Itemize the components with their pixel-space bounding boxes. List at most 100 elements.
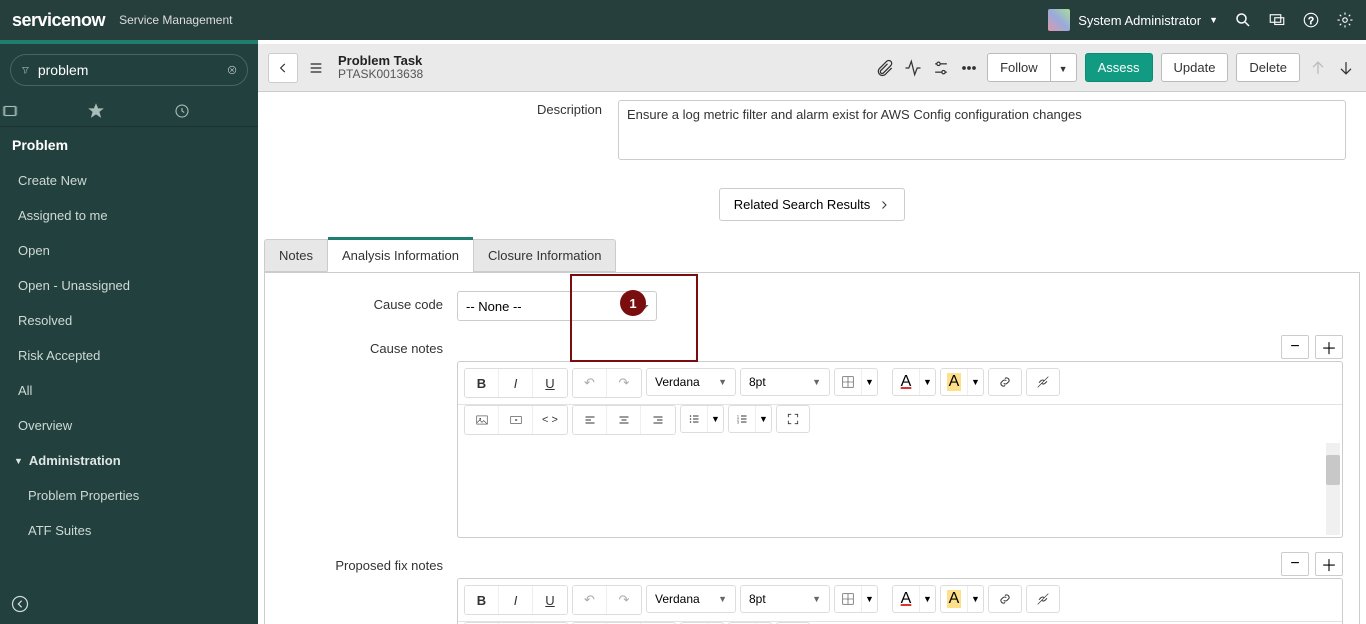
form-title: Problem Task bbox=[338, 54, 423, 68]
related-search-button[interactable]: Related Search Results bbox=[719, 188, 906, 221]
cause-notes-textarea[interactable] bbox=[458, 441, 1342, 537]
annotation-badge: 1 bbox=[620, 290, 646, 316]
nav-search-input[interactable] bbox=[38, 62, 219, 78]
nav-create-new[interactable]: Create New bbox=[0, 163, 258, 198]
numbered-list-button[interactable]: 123▼ bbox=[728, 405, 772, 433]
tab-closure-information[interactable]: Closure Information bbox=[473, 239, 616, 272]
insert-image-button[interactable] bbox=[465, 406, 499, 434]
underline-button[interactable]: U bbox=[533, 586, 567, 614]
clear-search-icon[interactable] bbox=[227, 62, 237, 78]
unlink-button[interactable] bbox=[1026, 585, 1060, 613]
font-size-select[interactable]: 8pt▼ bbox=[740, 368, 830, 396]
font-family-select[interactable]: Verdana▼ bbox=[646, 368, 736, 396]
proposed-fix-editor[interactable]: B I U ↶ ↷ Verdana▼ 8pt▼ bbox=[457, 578, 1343, 624]
chat-icon[interactable] bbox=[1268, 11, 1286, 29]
code-button[interactable]: < > bbox=[533, 406, 567, 434]
rte-collapse-button-2[interactable]: − bbox=[1281, 552, 1309, 576]
bold-button[interactable]: B bbox=[465, 586, 499, 614]
nav-atf-suites[interactable]: ATF Suites bbox=[0, 513, 258, 548]
collapse-nav-button[interactable] bbox=[0, 584, 258, 624]
bullet-list-button[interactable]: ▼ bbox=[680, 405, 724, 433]
logo-text: servicenow bbox=[12, 10, 105, 31]
tab-notes[interactable]: Notes bbox=[264, 239, 328, 272]
undo-button[interactable]: ↶ bbox=[573, 586, 607, 614]
table-button[interactable]: ▼ bbox=[834, 585, 878, 613]
nav-search[interactable] bbox=[10, 54, 248, 86]
italic-button[interactable]: I bbox=[499, 586, 533, 614]
avatar bbox=[1048, 9, 1070, 31]
chevron-right-icon bbox=[878, 199, 890, 211]
nav-section-problem[interactable]: Problem bbox=[0, 127, 258, 163]
prev-record-icon[interactable] bbox=[1308, 58, 1328, 78]
user-name: System Administrator bbox=[1078, 13, 1201, 28]
tab-panel: Cause code -- None -- Cause notes − bbox=[264, 272, 1360, 624]
redo-button[interactable]: ↷ bbox=[607, 586, 641, 614]
chevron-down-icon: ▼ bbox=[1209, 15, 1218, 25]
back-button[interactable] bbox=[268, 53, 298, 83]
cause-notes-editor[interactable]: B I U ↶ ↷ Verdana▼ 8pt▼ bbox=[457, 361, 1343, 538]
table-button[interactable]: ▼ bbox=[834, 368, 878, 396]
cause-notes-label: Cause notes bbox=[281, 335, 457, 356]
highlight-button[interactable]: A▼ bbox=[940, 585, 984, 613]
nav-resolved[interactable]: Resolved bbox=[0, 303, 258, 338]
update-button[interactable]: Update bbox=[1161, 53, 1229, 82]
unlink-button[interactable] bbox=[1026, 368, 1060, 396]
search-icon[interactable] bbox=[1234, 11, 1252, 29]
attachment-icon[interactable] bbox=[875, 58, 895, 78]
nav-open[interactable]: Open bbox=[0, 233, 258, 268]
nav-admin-label: Administration bbox=[29, 453, 121, 468]
follow-button-group: Follow ▼ bbox=[987, 53, 1077, 82]
font-color-button[interactable]: A▼ bbox=[892, 585, 936, 613]
settings-slider-icon[interactable] bbox=[931, 58, 951, 78]
link-button[interactable] bbox=[988, 585, 1022, 613]
rte-expand-button-2[interactable]: ＋ bbox=[1315, 552, 1343, 576]
product-name: Service Management bbox=[119, 13, 232, 27]
link-button[interactable] bbox=[988, 368, 1022, 396]
related-search-label: Related Search Results bbox=[734, 197, 871, 212]
assess-button[interactable]: Assess bbox=[1085, 53, 1153, 82]
font-size-select[interactable]: 8pt▼ bbox=[740, 585, 830, 613]
fullscreen-button[interactable] bbox=[776, 405, 810, 433]
context-menu-button[interactable] bbox=[306, 60, 326, 76]
highlight-button[interactable]: A▼ bbox=[940, 368, 984, 396]
undo-button[interactable]: ↶ bbox=[573, 369, 607, 397]
description-field[interactable]: Ensure a log metric filter and alarm exi… bbox=[618, 100, 1346, 160]
font-color-button[interactable]: A▼ bbox=[892, 368, 936, 396]
tab-analysis-information[interactable]: Analysis Information bbox=[327, 239, 474, 272]
redo-button[interactable]: ↷ bbox=[607, 369, 641, 397]
align-left-button[interactable] bbox=[573, 406, 607, 434]
rte-collapse-button[interactable]: − bbox=[1281, 335, 1309, 359]
next-record-icon[interactable] bbox=[1336, 58, 1356, 78]
nav-administration[interactable]: ▼ Administration bbox=[0, 443, 258, 478]
nav-tab-favorites-icon[interactable] bbox=[86, 102, 171, 120]
follow-button[interactable]: Follow bbox=[987, 53, 1051, 82]
record-number: PTASK0013638 bbox=[338, 68, 423, 81]
align-right-button[interactable] bbox=[641, 406, 675, 434]
italic-button[interactable]: I bbox=[499, 369, 533, 397]
nav-assigned-to-me[interactable]: Assigned to me bbox=[0, 198, 258, 233]
align-center-button[interactable] bbox=[607, 406, 641, 434]
delete-button[interactable]: Delete bbox=[1236, 53, 1300, 82]
gear-icon[interactable] bbox=[1336, 11, 1354, 29]
nav-overview[interactable]: Overview bbox=[0, 408, 258, 443]
help-icon[interactable]: ? bbox=[1302, 11, 1320, 29]
form-header: Problem Task PTASK0013638 Follow ▼ Asses… bbox=[258, 44, 1366, 92]
nav-open-unassigned[interactable]: Open - Unassigned bbox=[0, 268, 258, 303]
nav-tab-history-icon[interactable] bbox=[172, 102, 257, 120]
follow-dropdown[interactable]: ▼ bbox=[1051, 53, 1077, 82]
activity-icon[interactable] bbox=[903, 58, 923, 78]
bold-button[interactable]: B bbox=[465, 369, 499, 397]
nav-risk-accepted[interactable]: Risk Accepted bbox=[0, 338, 258, 373]
rte-expand-button[interactable]: ＋ bbox=[1315, 335, 1343, 359]
more-icon[interactable] bbox=[959, 58, 979, 78]
user-menu[interactable]: System Administrator ▼ bbox=[1048, 9, 1218, 31]
description-label: Description bbox=[278, 100, 618, 160]
nav-problem-properties[interactable]: Problem Properties bbox=[0, 478, 258, 513]
filter-icon bbox=[21, 63, 30, 77]
scrollbar-thumb[interactable] bbox=[1326, 455, 1340, 485]
insert-video-button[interactable] bbox=[499, 406, 533, 434]
nav-tab-all-icon[interactable] bbox=[0, 102, 85, 120]
nav-all[interactable]: All bbox=[0, 373, 258, 408]
underline-button[interactable]: U bbox=[533, 369, 567, 397]
font-family-select[interactable]: Verdana▼ bbox=[646, 585, 736, 613]
